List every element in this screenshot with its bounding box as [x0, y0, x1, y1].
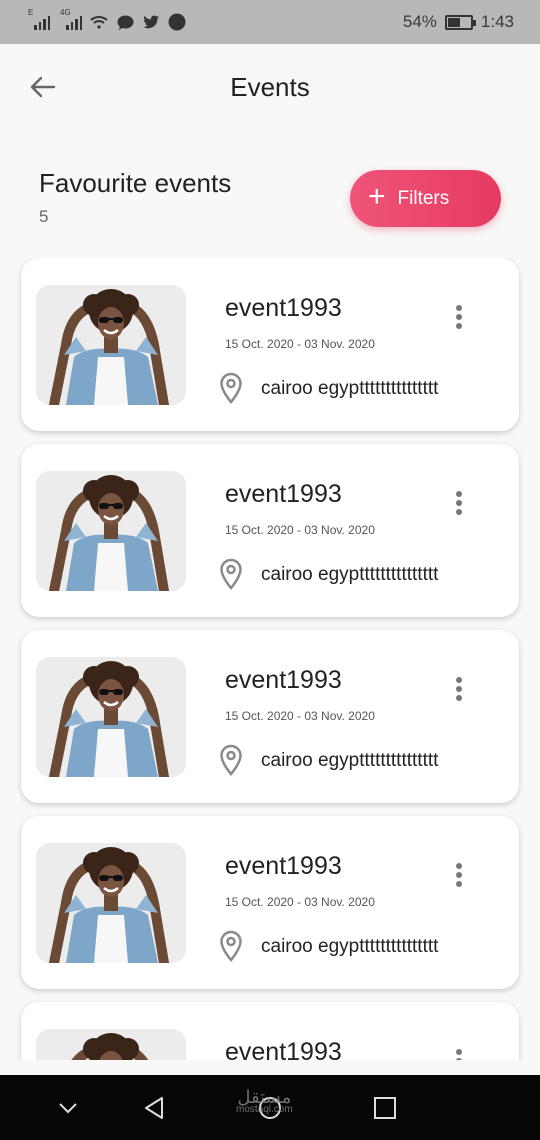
section-title: Favourite events — [39, 168, 232, 198]
event-dates: 15 Oct. 2020 - 03 Nov. 2020 — [225, 523, 375, 537]
watermark: مستقل mostaql.com — [236, 1087, 293, 1115]
event-card[interactable]: event1993 15 Oct. 2020 - 03 Nov. 2020 ca… — [21, 630, 519, 803]
hide-keyboard-icon[interactable] — [53, 1093, 83, 1123]
event-image — [36, 285, 186, 405]
filters-label: Filters — [397, 187, 450, 209]
app-bar: Events — [0, 44, 540, 132]
event-image — [36, 657, 186, 777]
event-card[interactable]: event1993 15 Oct. 2020 - 03 Nov. 2020 ca… — [21, 444, 519, 617]
clock: 1:43 — [480, 12, 514, 31]
event-name: event1993 — [225, 852, 342, 880]
system-nav-bar: مستقل mostaql.com — [0, 1075, 540, 1140]
location-pin-icon — [219, 930, 243, 962]
events-list[interactable]: event1993 15 Oct. 2020 - 03 Nov. 2020 ca… — [0, 258, 540, 1060]
event-image — [36, 1029, 186, 1060]
event-name: event1993 — [225, 294, 342, 322]
event-name: event1993 — [225, 480, 342, 508]
app-365-icon — [168, 13, 186, 31]
signal-icon: E — [28, 8, 50, 30]
nav-back-icon[interactable] — [140, 1093, 170, 1123]
network-type-label-2: 4G — [60, 8, 71, 17]
event-location: cairoo egypttttttttttttttt — [261, 750, 439, 771]
battery-icon — [444, 14, 476, 30]
chat-icon — [116, 14, 134, 30]
event-name: event1993 — [225, 1038, 342, 1060]
nav-recents-icon[interactable] — [370, 1093, 400, 1123]
status-bar-left: E 4G — [28, 8, 186, 31]
event-image — [36, 471, 186, 591]
battery-percent: 54% — [402, 12, 437, 31]
signal-icon-2: 4G — [60, 8, 82, 30]
status-bar-right: 54% 1:43 — [403, 12, 514, 32]
event-image — [36, 843, 186, 963]
page-title: Events — [230, 72, 310, 102]
event-dates: 15 Oct. 2020 - 03 Nov. 2020 — [225, 895, 375, 909]
more-vert-icon[interactable] — [449, 676, 469, 704]
wifi-icon — [90, 14, 108, 30]
location-pin-icon — [219, 744, 243, 776]
more-vert-icon[interactable] — [449, 1048, 469, 1060]
event-card[interactable]: event1993 15 Oct. 2020 - 03 Nov. 2020 ca… — [21, 1002, 519, 1060]
event-dates: 15 Oct. 2020 - 03 Nov. 2020 — [225, 709, 375, 723]
event-location: cairoo egypttttttttttttttt — [261, 564, 439, 585]
event-name: event1993 — [225, 666, 342, 694]
favourites-count: 5 — [39, 207, 49, 226]
event-card[interactable]: event1993 15 Oct. 2020 - 03 Nov. 2020 ca… — [21, 258, 519, 431]
event-card[interactable]: event1993 15 Oct. 2020 - 03 Nov. 2020 ca… — [21, 816, 519, 989]
filters-button[interactable]: + Filters — [350, 170, 501, 227]
more-vert-icon[interactable] — [449, 490, 469, 518]
location-pin-icon — [219, 558, 243, 590]
twitter-icon — [142, 14, 160, 30]
more-vert-icon[interactable] — [449, 862, 469, 890]
plus-icon: + — [368, 180, 386, 213]
event-dates: 15 Oct. 2020 - 03 Nov. 2020 — [225, 337, 375, 351]
location-pin-icon — [219, 372, 243, 404]
event-location: cairoo egypttttttttttttttt — [261, 936, 439, 957]
more-vert-icon[interactable] — [449, 304, 469, 332]
status-bar: E 4G 54% 1:43 — [0, 0, 540, 44]
network-type-label: E — [28, 8, 34, 17]
watermark-subtext: mostaql.com — [236, 1104, 293, 1115]
event-location: cairoo egypttttttttttttttt — [261, 378, 439, 399]
